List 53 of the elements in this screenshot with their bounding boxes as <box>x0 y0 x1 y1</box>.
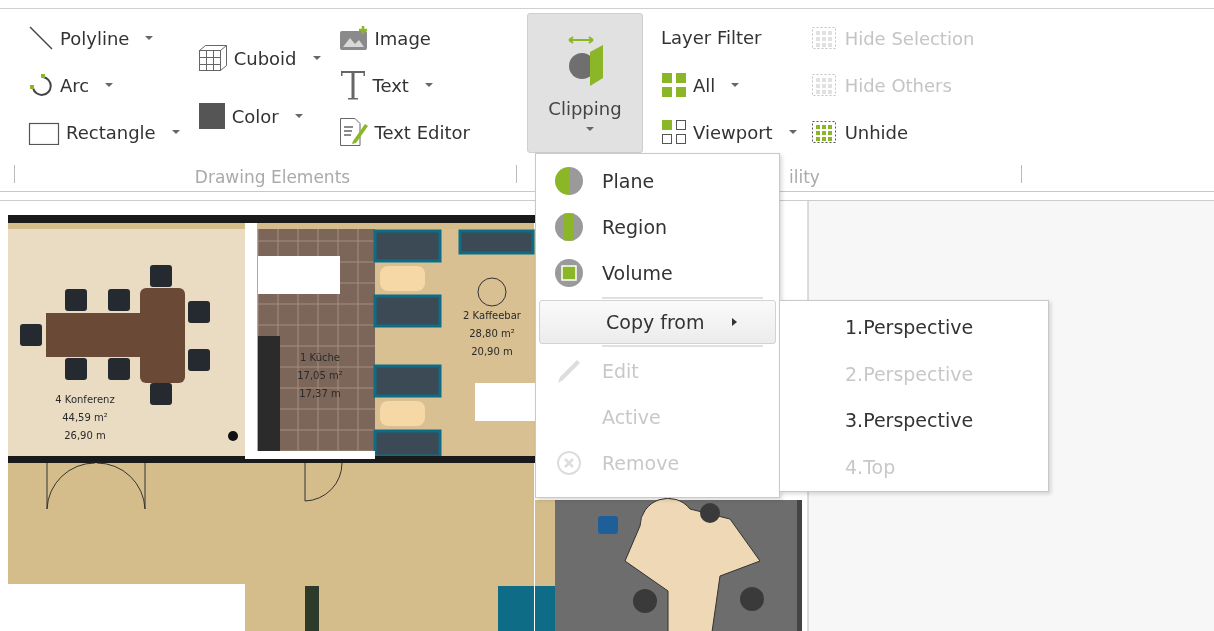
caret-icon <box>731 82 740 88</box>
menu-item[interactable]: Volume <box>536 250 779 296</box>
room-label: 44,59 m² <box>62 412 108 423</box>
ribbon-button[interactable]: Text <box>338 68 470 102</box>
caret-icon <box>424 82 433 88</box>
caret-icon <box>171 129 180 135</box>
room-label: 20,90 m <box>471 346 513 357</box>
filter-button[interactable]: Viewport <box>661 115 797 149</box>
layer-filter-label: Layer Filter <box>661 26 763 50</box>
caret-icon <box>312 55 321 61</box>
menu-item[interactable]: Region <box>536 204 779 250</box>
text-editor-icon <box>338 117 369 147</box>
ribbon-button[interactable]: Arc <box>28 68 180 102</box>
filter-button[interactable]: All <box>661 68 797 102</box>
image-icon <box>338 25 369 51</box>
room-label: 17,37 m <box>299 388 341 399</box>
caret-icon <box>586 127 594 132</box>
ribbon-button[interactable]: Rectangle <box>28 115 180 149</box>
caret-icon <box>788 129 797 135</box>
caret-icon <box>145 35 154 41</box>
text-t-icon <box>338 69 367 101</box>
group-label: ility <box>789 167 820 187</box>
color-swatch-icon <box>197 102 226 130</box>
square-in-circle-icon <box>554 258 584 288</box>
menu-item[interactable]: 3.Perspective <box>780 397 1048 444</box>
arc-icon <box>28 72 54 98</box>
striped-circle-icon <box>554 212 584 242</box>
menu-item[interactable]: Plane <box>536 158 779 204</box>
visibility-button[interactable]: Unhide <box>808 115 975 149</box>
ribbon-button[interactable]: Polyline <box>28 21 180 55</box>
grid-icon <box>661 72 687 98</box>
ribbon-button[interactable]: Color <box>197 99 321 133</box>
half-circle-icon <box>554 166 584 196</box>
ribbon-button[interactable]: Text Editor <box>338 115 470 149</box>
remove-icon <box>554 448 584 478</box>
viewport-icon <box>661 119 687 145</box>
ribbon-button[interactable]: Image <box>338 21 470 55</box>
room-label: 4 Konferenz <box>55 394 115 405</box>
clipping-button[interactable]: Clipping <box>527 13 643 153</box>
group-label: Drawing Elements <box>194 167 351 187</box>
room-label: 17,05 m² <box>297 370 343 381</box>
cuboid-grid-icon <box>197 44 228 72</box>
menu-item[interactable]: 1.Perspective <box>780 304 1048 351</box>
menu-item[interactable]: Copy from <box>539 300 776 344</box>
room-label: 1 Küche <box>300 352 340 363</box>
caret-icon <box>294 113 303 119</box>
line-icon <box>28 25 54 51</box>
caret-icon <box>105 82 114 88</box>
room-label: 28,80 m² <box>469 328 515 339</box>
submenu-arrow-icon <box>732 318 738 326</box>
room-label: 2 Kaffeebar <box>463 310 521 321</box>
ribbon-button[interactable]: Cuboid <box>197 41 321 75</box>
room-label: 26,90 m <box>64 430 106 441</box>
